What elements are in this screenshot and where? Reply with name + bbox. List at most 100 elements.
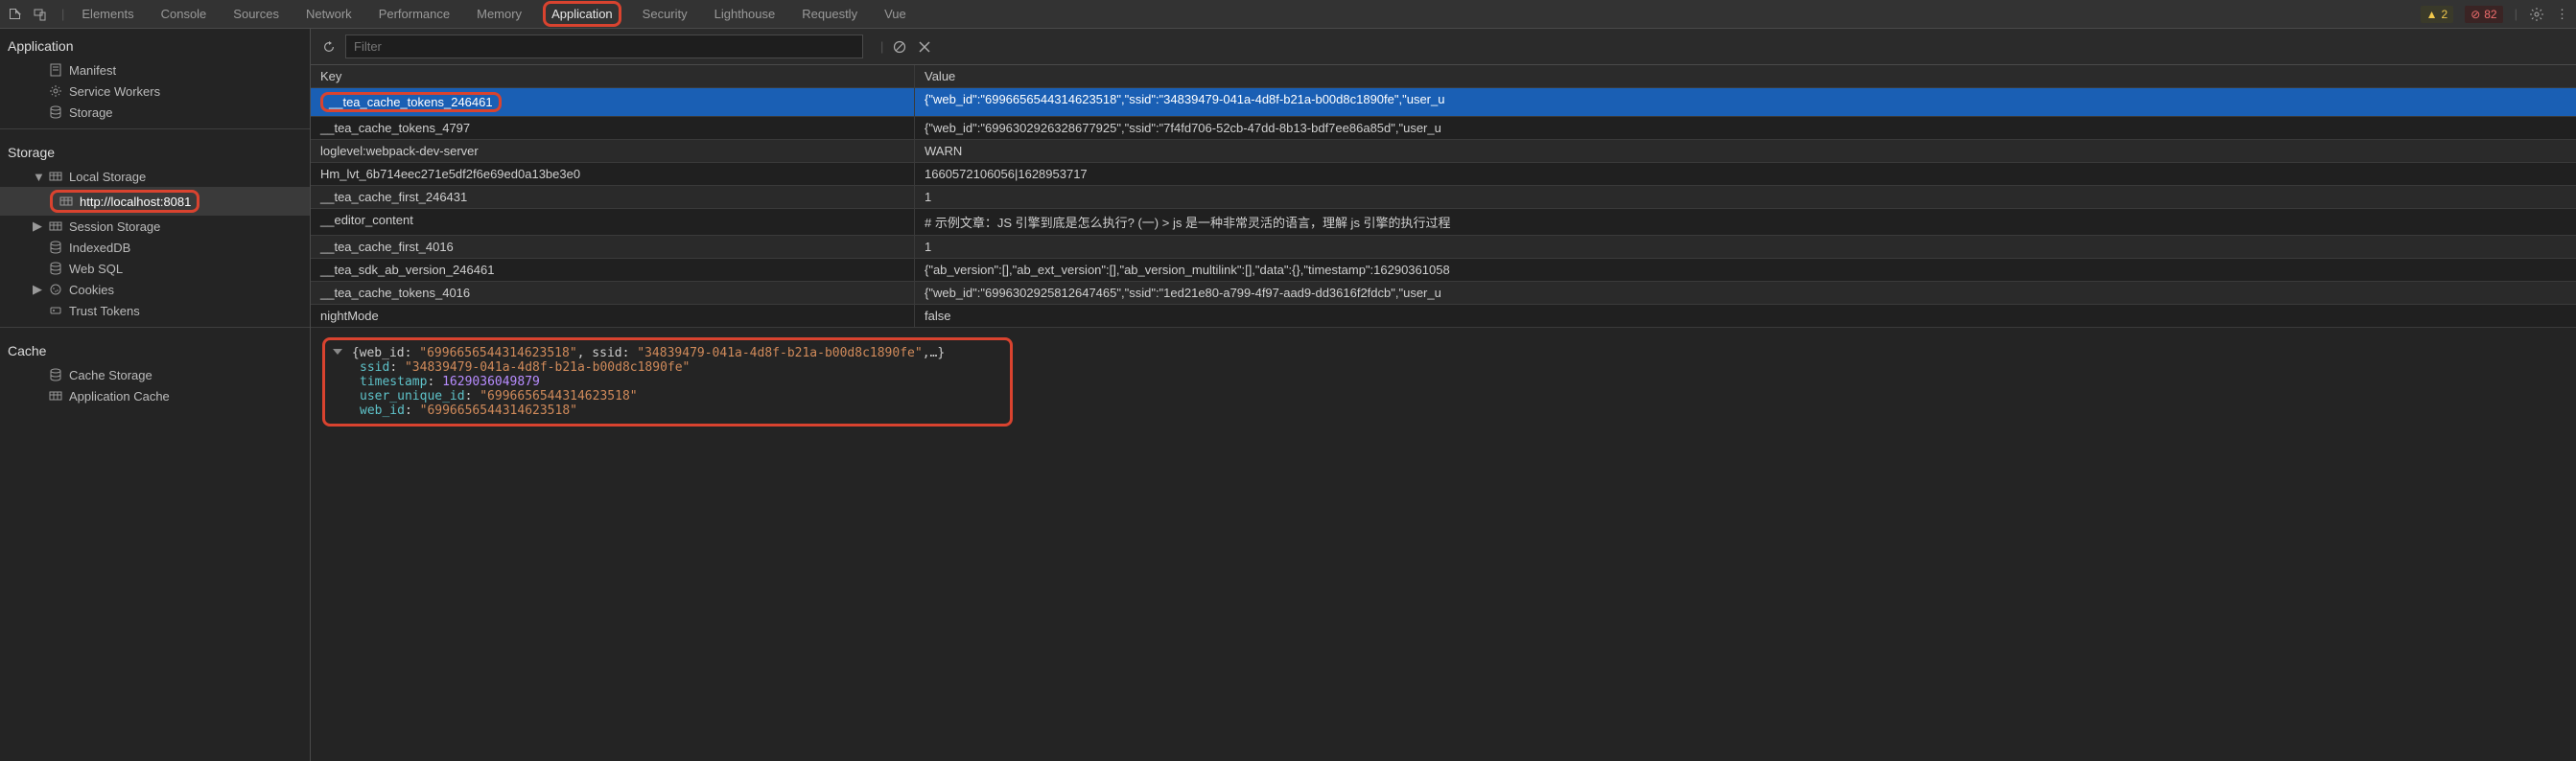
header-value[interactable]: Value [915, 65, 2576, 87]
table-row[interactable]: nightModefalse [311, 305, 2576, 328]
grid-icon [48, 169, 63, 184]
sidebar-item-label: Local Storage [69, 170, 146, 184]
devtools-top-bar: | ElementsConsoleSourcesNetworkPerforman… [0, 0, 2576, 29]
grid-icon [48, 388, 63, 404]
cell-value: {"web_id":"6996302926328677925","ssid":"… [915, 117, 2576, 139]
tab-application[interactable]: Application [535, 5, 629, 23]
sidebar-item-origin[interactable]: http://localhost:8081 [0, 187, 310, 216]
expand-chevron-icon[interactable] [333, 349, 342, 355]
table-row[interactable]: __editor_content# 示例文章：JS 引擎到底是怎么执行? (一)… [311, 209, 2576, 236]
errors-count: 82 [2484, 8, 2496, 21]
tab-memory[interactable]: Memory [463, 1, 535, 27]
database-icon [48, 240, 63, 255]
tab-vue[interactable]: Vue [871, 1, 920, 27]
value-preview-pane: {web_id: "6996656544314623518", ssid: "3… [311, 328, 2576, 761]
table-row[interactable]: __tea_cache_tokens_246461{"web_id":"6996… [311, 88, 2576, 117]
cell-value: {"ab_version":[],"ab_ext_version":[],"ab… [915, 259, 2576, 281]
settings-gear-icon[interactable] [2529, 7, 2544, 22]
json-field: timestamp: 1629036049879 [360, 375, 1000, 389]
json-field: web_id: "6996656544314623518" [360, 404, 1000, 418]
table-row[interactable]: __tea_cache_tokens_4016{"web_id":"699630… [311, 282, 2576, 305]
grid-icon [59, 194, 74, 209]
sidebar-item-label: Manifest [69, 63, 116, 78]
cell-key: __tea_cache_tokens_4797 [311, 117, 915, 139]
warnings-badge[interactable]: ▲ 2 [2421, 6, 2454, 23]
application-sidebar: Application Manifest Service WorkersStorag… [0, 29, 311, 761]
cell-key: nightMode [311, 305, 915, 327]
storage-table: Key Value __tea_cache_tokens_246461{"web… [311, 65, 2576, 328]
cell-value: 1 [915, 236, 2576, 258]
cell-value: 1 [915, 186, 2576, 208]
value-preview-highlight: {web_id: "6996656544314623518", ssid: "3… [322, 337, 1013, 427]
tab-performance[interactable]: Performance [365, 1, 463, 27]
sidebar-item-local-storage[interactable]: ▼ Local Storage [0, 166, 310, 187]
filter-input[interactable] [345, 35, 863, 58]
cell-key: Hm_lvt_6b714eec271e5df2f6e69ed0a13be3e0 [311, 163, 915, 185]
sidebar-item-session-storage[interactable]: ▶ Session Storage [0, 216, 310, 237]
table-row[interactable]: __tea_cache_tokens_4797{"web_id":"699630… [311, 117, 2576, 140]
cell-value: # 示例文章：JS 引擎到底是怎么执行? (一) > js 是一种非常灵活的语言… [915, 209, 2576, 235]
table-row[interactable]: __tea_cache_first_2464311 [311, 186, 2576, 209]
cell-value: {"web_id":"6996656544314623518","ssid":"… [915, 88, 2576, 116]
error-icon: ⊘ [2471, 8, 2480, 21]
sidebar-item-storage[interactable]: Storage [0, 102, 310, 123]
sidebar-item-indexeddb[interactable]: IndexedDB [0, 237, 310, 258]
sidebar-item-label: Session Storage [69, 219, 160, 234]
refresh-icon[interactable] [320, 38, 338, 56]
sidebar-item-label: IndexedDB [69, 241, 130, 255]
cell-value: 1660572106056|1628953717 [915, 163, 2576, 185]
gear-icon [48, 83, 63, 99]
tab-elements[interactable]: Elements [68, 1, 147, 27]
chevron-icon: ▼ [33, 170, 42, 184]
inspect-icon[interactable] [8, 7, 23, 22]
table-header: Key Value [311, 65, 2576, 88]
tab-sources[interactable]: Sources [220, 1, 293, 27]
tab-console[interactable]: Console [148, 1, 221, 27]
errors-badge[interactable]: ⊘ 82 [2465, 6, 2502, 23]
sidebar-item-cookies[interactable]: ▶ Cookies [0, 279, 310, 300]
chevron-icon: ▶ [33, 219, 42, 234]
more-icon[interactable]: ⋮ [2556, 7, 2568, 22]
sidebar-item-label: http://localhost:8081 [80, 195, 191, 209]
clear-all-icon[interactable] [891, 38, 908, 56]
tab-requestly[interactable]: Requestly [788, 1, 871, 27]
cell-key: __tea_sdk_ab_version_246461 [311, 259, 915, 281]
sidebar-item-service-workers[interactable]: Service Workers [0, 81, 310, 102]
storage-toolbar: | [311, 29, 2576, 65]
database-icon [48, 261, 63, 276]
database-icon [48, 367, 63, 382]
sidebar-section-title: Cache [0, 334, 310, 364]
warning-icon: ▲ [2426, 8, 2438, 21]
sidebar-item-web-sql[interactable]: Web SQL [0, 258, 310, 279]
sidebar-section-title: Application [0, 29, 310, 59]
sidebar-item-cache-storage[interactable]: Cache Storage [0, 364, 310, 385]
header-key[interactable]: Key [311, 65, 915, 87]
cell-key: loglevel:webpack-dev-server [311, 140, 915, 162]
cookie-icon [48, 282, 63, 297]
chevron-icon: ▶ [33, 282, 42, 297]
tab-security[interactable]: Security [629, 1, 701, 27]
cell-key: __tea_cache_tokens_4016 [311, 282, 915, 304]
sidebar-item-label: Cache Storage [69, 368, 152, 382]
cell-value: false [915, 305, 2576, 327]
device-toggle-icon[interactable] [33, 7, 48, 22]
sidebar-item-manifest[interactable]: Manifest [0, 59, 310, 81]
tab-lighthouse[interactable]: Lighthouse [701, 1, 789, 27]
sidebar-item-label: Cookies [69, 283, 114, 297]
cell-value: {"web_id":"6996302925812647465","ssid":"… [915, 282, 2576, 304]
warnings-count: 2 [2442, 8, 2448, 21]
table-row[interactable]: __tea_sdk_ab_version_246461{"ab_version"… [311, 259, 2576, 282]
sidebar-item-label: Web SQL [69, 262, 123, 276]
sidebar-item-application-cache[interactable]: Application Cache [0, 385, 310, 406]
table-row[interactable]: loglevel:webpack-dev-serverWARN [311, 140, 2576, 163]
cell-value: WARN [915, 140, 2576, 162]
sidebar-item-label: Application Cache [69, 389, 170, 404]
delete-selected-icon[interactable] [916, 38, 933, 56]
cell-key: __tea_cache_first_4016 [311, 236, 915, 258]
tab-network[interactable]: Network [293, 1, 365, 27]
table-row[interactable]: Hm_lvt_6b714eec271e5df2f6e69ed0a13be3e01… [311, 163, 2576, 186]
cell-key: __editor_content [311, 209, 915, 235]
database-icon [48, 104, 63, 120]
table-row[interactable]: __tea_cache_first_40161 [311, 236, 2576, 259]
sidebar-item-trust-tokens[interactable]: Trust Tokens [0, 300, 310, 321]
